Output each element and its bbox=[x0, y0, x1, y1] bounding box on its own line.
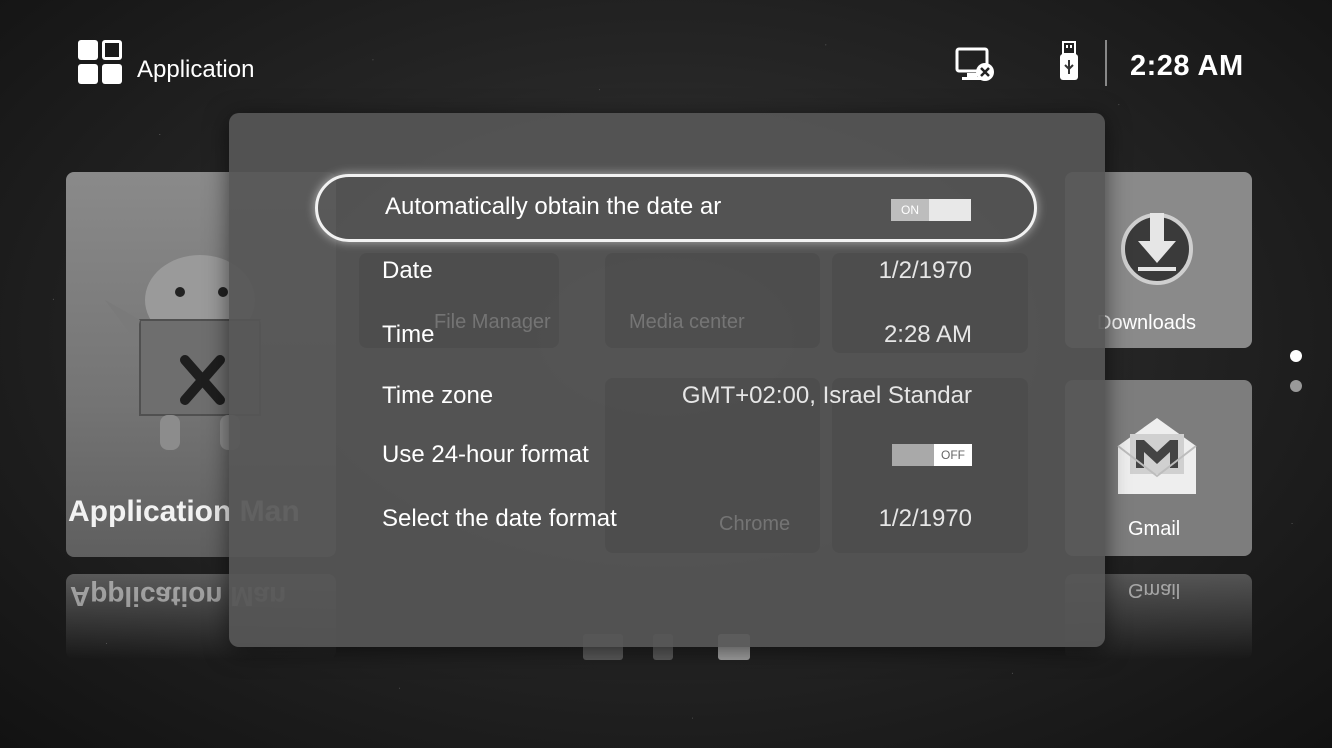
app-grid-icon bbox=[78, 40, 124, 86]
page-indicator-active bbox=[1290, 350, 1302, 362]
status-separator bbox=[1105, 40, 1107, 86]
auto-date-time-row[interactable]: Automatically obtain the date ar ON bbox=[315, 174, 1037, 242]
use-24-hour-toggle[interactable]: OFF bbox=[892, 444, 972, 466]
gmail-icon bbox=[1117, 418, 1197, 494]
date-row[interactable]: Date 1/2/1970 bbox=[315, 238, 1037, 306]
toggle-off-label: OFF bbox=[934, 444, 972, 466]
date-format-label: Select the date format bbox=[382, 505, 617, 532]
usb-icon bbox=[1060, 41, 1078, 80]
toggle-on-label: ON bbox=[891, 199, 929, 221]
date-value: 1/2/1970 bbox=[878, 257, 972, 284]
time-value: 2:28 AM bbox=[883, 321, 972, 348]
time-label: Time bbox=[382, 321, 435, 348]
display-disconnected-icon bbox=[955, 47, 994, 81]
time-zone-label: Time zone bbox=[382, 382, 494, 409]
toggle-knob bbox=[929, 199, 971, 221]
download-icon bbox=[1121, 213, 1193, 285]
time-zone-value: GMT+02:00, Israel Standar bbox=[681, 382, 972, 409]
page-indicator-inactive bbox=[1290, 380, 1302, 392]
date-format-value: 1/2/1970 bbox=[878, 505, 972, 532]
gmail-label: Gmail bbox=[1128, 518, 1181, 540]
date-label: Date bbox=[382, 257, 433, 284]
app-title: Application bbox=[137, 56, 255, 83]
auto-date-time-label: Automatically obtain the date ar bbox=[385, 193, 722, 220]
gmail-reflection: Gmail bbox=[1128, 579, 1181, 601]
time-row[interactable]: Time 2:28 AM bbox=[315, 302, 1037, 370]
toggle-knob bbox=[892, 444, 934, 466]
time-zone-row[interactable]: Time zone GMT+02:00, Israel Standar bbox=[315, 363, 1037, 431]
date-format-row[interactable]: Select the date format 1/2/1970 bbox=[315, 486, 1037, 554]
use-24-hour-label: Use 24-hour format bbox=[382, 441, 589, 468]
downloads-label: Downloads bbox=[1097, 312, 1196, 334]
clock: 2:28 AM bbox=[1130, 50, 1244, 82]
auto-date-time-toggle[interactable]: ON bbox=[891, 199, 971, 221]
use-24-hour-row[interactable]: Use 24-hour format OFF bbox=[315, 422, 1037, 490]
